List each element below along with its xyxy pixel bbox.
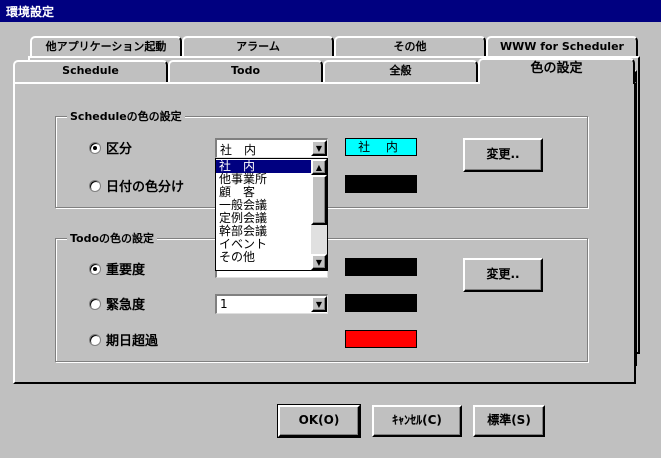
tab-color-settings[interactable]: 色の設定 [478, 58, 635, 84]
urgency-combo-value: 1 [220, 297, 228, 311]
radio-overdue-indicator[interactable] [89, 333, 101, 346]
importance-color-swatch [345, 258, 417, 276]
radio-overdue[interactable]: 期日超過 [89, 330, 158, 349]
color-settings-page: Scheduleの色の設定 区分 日付の色分け 社 内 ▼ 社 内 変更.. T… [13, 82, 636, 384]
date-color-swatch [345, 175, 417, 193]
chevron-down-icon[interactable]: ▼ [311, 140, 327, 156]
radio-category-label: 区分 [106, 142, 133, 157]
radio-category[interactable]: 区分 [89, 138, 132, 157]
dropdown-scrollbar[interactable]: ▲ ▼ [311, 159, 327, 270]
category-combo-value: 社 内 [220, 143, 257, 157]
category-combo[interactable]: 社 内 ▼ [215, 138, 328, 158]
radio-date-coloring-label: 日付の色分け [106, 180, 185, 195]
tab-misc[interactable]: その他 [334, 36, 486, 56]
radio-date-coloring[interactable]: 日付の色分け [89, 176, 184, 195]
radio-urgency-label: 緊急度 [106, 298, 146, 313]
schedule-group-title: Scheduleの色の設定 [67, 108, 185, 124]
standard-button[interactable]: 標準(S) [473, 405, 545, 437]
ok-button[interactable]: OK(O) [277, 404, 361, 438]
radio-urgency-indicator[interactable] [89, 297, 101, 310]
radio-importance-label: 重要度 [106, 263, 146, 278]
tab-general[interactable]: 全般 [323, 60, 478, 82]
radio-overdue-label: 期日超過 [106, 334, 159, 349]
tab-www-for-scheduler[interactable]: WWW for Scheduler [486, 36, 638, 56]
overdue-color-swatch [345, 330, 417, 348]
radio-importance[interactable]: 重要度 [89, 259, 145, 278]
scrollbar-thumb[interactable] [311, 175, 327, 225]
todo-group-title: Todoの色の設定 [67, 230, 158, 246]
title-bar: 環境設定 [0, 0, 661, 22]
chevron-down-icon[interactable]: ▼ [311, 254, 327, 270]
category-dropdown-list[interactable]: 社 内 他事業所 顧 客 一般会議 定例会議 幹部会議 イベント その他 ▲ ▼ [215, 158, 328, 271]
tab-other-app-launch[interactable]: 他アプリケーション起動 [30, 36, 182, 56]
radio-importance-indicator[interactable] [89, 262, 101, 275]
category-color-swatch: 社 内 [345, 138, 417, 156]
cancel-button[interactable]: ｷｬﾝｾﾙ(C) [372, 405, 462, 437]
list-item[interactable]: その他 [216, 251, 311, 264]
urgency-combo[interactable]: 1 ▼ [215, 294, 328, 314]
tab-schedule[interactable]: Schedule [13, 60, 168, 82]
urgency-color-swatch [345, 294, 417, 312]
window-title: 環境設定 [6, 5, 55, 19]
todo-change-button[interactable]: 変更.. [463, 258, 543, 292]
schedule-change-button[interactable]: 変更.. [463, 138, 543, 172]
radio-date-coloring-indicator[interactable] [89, 179, 101, 192]
radio-urgency[interactable]: 緊急度 [89, 294, 145, 313]
tab-alarm[interactable]: アラーム [182, 36, 334, 56]
radio-category-indicator[interactable] [89, 141, 101, 154]
tab-todo[interactable]: Todo [168, 60, 323, 82]
chevron-down-icon[interactable]: ▼ [311, 296, 327, 312]
chevron-up-icon[interactable]: ▲ [311, 159, 327, 175]
